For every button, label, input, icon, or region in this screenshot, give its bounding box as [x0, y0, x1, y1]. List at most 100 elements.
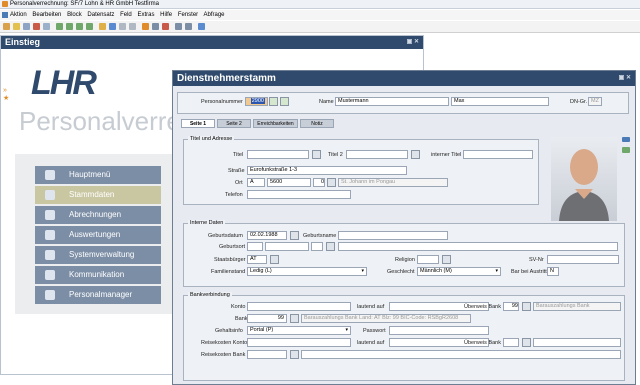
- email-icon[interactable]: [198, 23, 205, 30]
- nav-systemverwaltung[interactable]: Systemverwaltung: [35, 246, 161, 264]
- help-icon[interactable]: [142, 23, 149, 30]
- nav-kommunikation[interactable]: Kommunikation: [35, 266, 161, 284]
- last-record-icon[interactable]: [86, 23, 93, 30]
- geburtsort-code-input[interactable]: [311, 242, 323, 251]
- window-controls-icon[interactable]: ▣ ✕: [407, 36, 419, 49]
- geburtsname-input[interactable]: [338, 231, 448, 240]
- titel-input[interactable]: [247, 150, 309, 159]
- print-icon[interactable]: [43, 23, 50, 30]
- nav-auswertungen[interactable]: Auswertungen: [35, 226, 161, 244]
- reisekosten-bank-lookup-icon[interactable]: [290, 350, 299, 359]
- religion-lookup-icon[interactable]: [442, 255, 451, 264]
- prev-record-icon[interactable]: [66, 23, 73, 30]
- menu-extras[interactable]: Extras: [137, 12, 154, 18]
- first-record-icon[interactable]: [56, 23, 63, 30]
- menu-datensatz[interactable]: Datensatz: [87, 12, 114, 18]
- svnr-input[interactable]: [547, 255, 619, 264]
- first-name-input[interactable]: Max: [451, 97, 549, 106]
- gehaltsinfo-select[interactable]: Portal (P): [247, 326, 351, 335]
- nav-stammdaten[interactable]: Stammdaten: [35, 186, 161, 204]
- add-icon[interactable]: [280, 97, 289, 106]
- tab-notiz[interactable]: Notiz: [300, 119, 334, 128]
- titel2-label: Titel 2: [328, 152, 343, 158]
- nav-personalmanager[interactable]: Personalmanager: [35, 286, 161, 304]
- country-input[interactable]: A: [247, 178, 265, 187]
- staatsburger-input[interactable]: AT: [247, 255, 267, 264]
- last-name-input[interactable]: Mustermann: [335, 97, 449, 106]
- menu-aktion[interactable]: Aktion: [10, 12, 27, 18]
- religion-input[interactable]: [417, 255, 439, 264]
- titel2-input[interactable]: [346, 150, 408, 159]
- expand-icon[interactable]: » ★: [3, 87, 9, 102]
- reisekosten-bank-code-input[interactable]: [247, 350, 287, 359]
- geburtsdatum-input[interactable]: 02.02.1988: [247, 231, 287, 240]
- paste-icon[interactable]: [129, 23, 136, 30]
- window-icon[interactable]: [152, 23, 159, 30]
- titel2-lookup-icon[interactable]: [411, 150, 420, 159]
- konto-input[interactable]: [247, 302, 351, 311]
- geburtsort-country-input[interactable]: [247, 242, 263, 251]
- geburtsort-lookup-icon[interactable]: [326, 242, 335, 251]
- open-icon[interactable]: [13, 23, 20, 30]
- bank-lookup-icon[interactable]: [290, 314, 299, 323]
- nav-label: Stammdaten: [69, 190, 115, 199]
- svnr-label: SV-Nr: [529, 257, 544, 263]
- copy-icon[interactable]: [119, 23, 126, 30]
- personalnummer-input[interactable]: 2900: [245, 97, 268, 106]
- reise-uberweis-lookup-icon[interactable]: [522, 338, 531, 347]
- geburtsort-plz-input[interactable]: [265, 242, 309, 251]
- plz-input[interactable]: 5600: [267, 178, 311, 187]
- staatsburger-lookup-icon[interactable]: [270, 255, 279, 264]
- close-icon[interactable]: [162, 23, 169, 30]
- delete-icon[interactable]: [33, 23, 40, 30]
- photo-options-icon[interactable]: [622, 137, 630, 142]
- reise-lautend-label: lautend auf: [357, 340, 385, 346]
- nav-abrechnungen[interactable]: Abrechnungen: [35, 206, 161, 224]
- next-record-icon[interactable]: [76, 23, 83, 30]
- new-icon[interactable]: [3, 23, 10, 30]
- internal-titel-input[interactable]: [463, 150, 533, 159]
- window-controls-icon[interactable]: ▣ ✕: [619, 71, 631, 86]
- save-icon[interactable]: [23, 23, 30, 30]
- passwort-input[interactable]: [389, 326, 489, 335]
- menu-bearbeiten[interactable]: Bearbeiten: [32, 12, 61, 18]
- bank-code-input[interactable]: 99: [247, 314, 287, 323]
- filter-icon[interactable]: [109, 23, 116, 30]
- reisekosten-konto-input[interactable]: [247, 338, 351, 347]
- bar-austritt-input[interactable]: N: [547, 267, 559, 276]
- reise-uberweis-code-input[interactable]: [503, 338, 519, 347]
- nav-hauptmenu[interactable]: Hauptmenü: [35, 166, 161, 184]
- dngr-input[interactable]: MZ: [588, 97, 602, 106]
- bank-label: Bank: [235, 316, 248, 322]
- menu-fenster[interactable]: Fenster: [178, 12, 198, 18]
- strasse-input[interactable]: Eurofunkstraße 1-3: [247, 166, 407, 175]
- titel-lookup-icon[interactable]: [312, 150, 321, 159]
- check-icon[interactable]: [269, 97, 278, 106]
- settings-icon[interactable]: [175, 23, 182, 30]
- internal-titel-label: interner Titel: [431, 152, 462, 158]
- reisekosten-bank-field[interactable]: [301, 350, 621, 359]
- ort-lookup-icon[interactable]: [327, 178, 336, 187]
- user-icon[interactable]: [185, 23, 192, 30]
- photo-edit-icon[interactable]: [622, 147, 630, 153]
- menu-feld[interactable]: Feld: [120, 12, 132, 18]
- menu-hilfe[interactable]: Hilfe: [160, 12, 172, 18]
- reisekosten-konto-label: Reisekosten Konto: [201, 340, 248, 346]
- staatsburger-label: Staatsbürger: [214, 257, 246, 263]
- geburtsort-name-input[interactable]: [338, 242, 618, 251]
- plz-code-input[interactable]: 0: [313, 178, 325, 187]
- uberweis-code-input[interactable]: 99: [503, 302, 519, 311]
- uberweis-lookup-icon[interactable]: [522, 302, 531, 311]
- calendar-icon[interactable]: [290, 231, 299, 240]
- geschlecht-select[interactable]: Männlich (M): [417, 267, 501, 276]
- tab-seite-2[interactable]: Seite 2: [217, 119, 251, 128]
- tab-seite-1[interactable]: Seite 1: [181, 119, 215, 128]
- search-icon[interactable]: [99, 23, 106, 30]
- familienstand-select[interactable]: Ledig (L): [247, 267, 367, 276]
- geburtsname-label: Geburtsname: [303, 233, 337, 239]
- reise-uberweis-field[interactable]: [533, 338, 621, 347]
- menu-abfrage[interactable]: Abfrage: [204, 12, 225, 18]
- tab-erreichbarkeiten[interactable]: Erreichbarkeiten: [253, 119, 298, 128]
- telefon-input[interactable]: [247, 190, 351, 199]
- menu-block[interactable]: Block: [67, 12, 82, 18]
